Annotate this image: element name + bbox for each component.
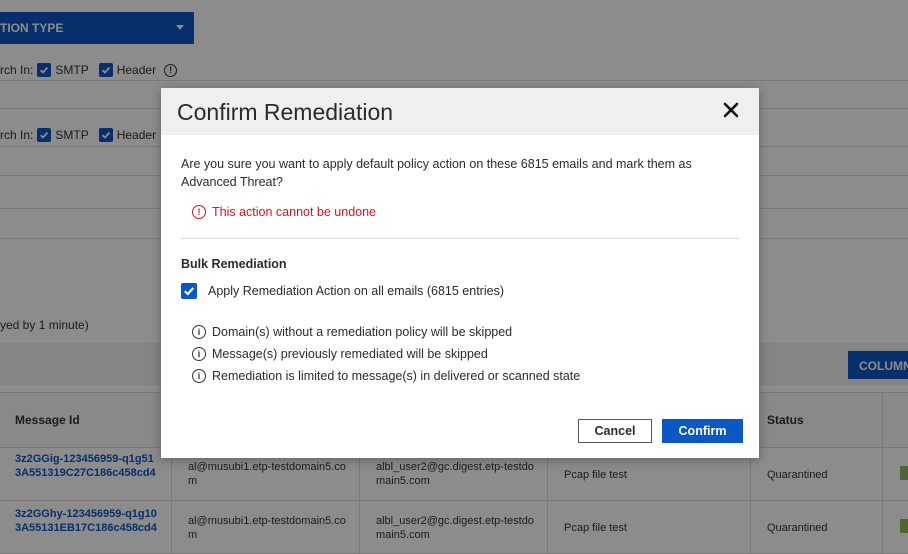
close-icon xyxy=(723,102,739,118)
note-item: i Domain(s) without a remediation policy… xyxy=(192,321,580,343)
alert-circle-icon: ! xyxy=(192,205,206,219)
note-item: i Message(s) previously remediated will … xyxy=(192,343,580,365)
note-text: Domain(s) without a remediation policy w… xyxy=(212,325,513,339)
dialog-title: Confirm Remediation xyxy=(177,99,394,125)
apply-all-checkbox-row[interactable]: Apply Remediation Action on all emails (… xyxy=(181,283,504,299)
divider xyxy=(181,238,739,239)
note-text: Remediation is limited to message(s) in … xyxy=(212,369,581,383)
warning-text: This action cannot be undone xyxy=(212,205,377,219)
checkmark-icon xyxy=(184,287,195,296)
remediation-notes: i Domain(s) without a remediation policy… xyxy=(192,321,580,387)
undo-warning: ! This action cannot be undone xyxy=(192,205,376,219)
info-icon: i xyxy=(192,325,206,339)
apply-all-label: Apply Remediation Action on all emails (… xyxy=(208,284,504,298)
cancel-button[interactable]: Cancel xyxy=(578,419,652,443)
info-icon: i xyxy=(192,369,206,383)
confirmation-question: Are you sure you want to apply default p… xyxy=(181,157,692,189)
info-icon: i xyxy=(192,347,206,361)
dialog-header: Confirm Remediation xyxy=(161,88,759,135)
close-button[interactable] xyxy=(721,100,741,120)
confirm-remediation-dialog: Confirm Remediation Are you sure you wan… xyxy=(161,88,759,458)
confirm-button[interactable]: Confirm xyxy=(662,419,743,443)
note-item: i Remediation is limited to message(s) i… xyxy=(192,365,580,387)
note-text: Message(s) previously remediated will be… xyxy=(212,347,488,361)
bulk-remediation-title: Bulk Remediation xyxy=(181,257,287,271)
apply-all-checkbox[interactable] xyxy=(181,283,197,299)
